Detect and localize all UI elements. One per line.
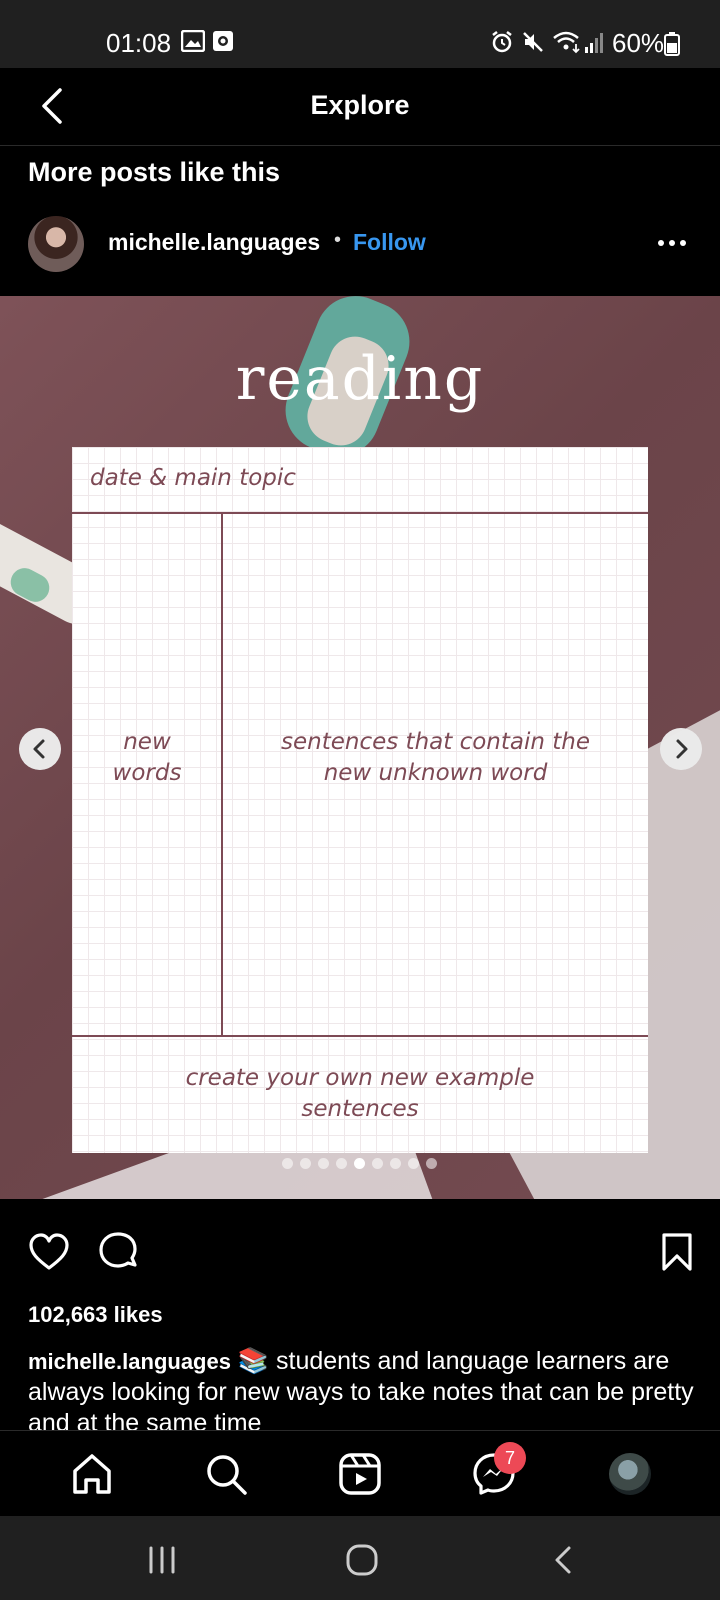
- carousel-dot: [390, 1158, 401, 1169]
- like-heart-icon[interactable]: [27, 1230, 71, 1274]
- carousel-dot: [300, 1158, 311, 1169]
- carousel-dot: [408, 1158, 419, 1169]
- comment-icon[interactable]: [97, 1230, 141, 1274]
- bookmark-icon[interactable]: [655, 1230, 699, 1274]
- status-bar: 01:08 60%: [0, 0, 720, 68]
- battery-percent: 60%: [612, 28, 665, 58]
- home-button-icon[interactable]: [342, 1542, 382, 1578]
- post-username[interactable]: michelle.languages: [108, 229, 320, 256]
- likes-count[interactable]: 102,663 likes: [28, 1302, 163, 1328]
- carousel-dot: [354, 1158, 365, 1169]
- carousel-dot: [318, 1158, 329, 1169]
- mute-icon: [523, 32, 543, 52]
- avatar[interactable]: [28, 216, 84, 272]
- carousel-indicator: [282, 1158, 437, 1170]
- gallery-icon: [181, 30, 205, 52]
- template-left-text: new words: [112, 729, 182, 786]
- reels-icon[interactable]: [337, 1451, 383, 1497]
- alarm-icon: [492, 31, 512, 53]
- recent-apps-icon[interactable]: [142, 1542, 182, 1578]
- status-time: 01:08: [106, 28, 172, 58]
- carousel-prev-button[interactable]: [19, 728, 61, 770]
- page-title: Explore: [310, 90, 410, 120]
- messages-badge: 7: [494, 1442, 526, 1474]
- more-options-icon[interactable]: [656, 228, 692, 258]
- image-title: reading: [235, 344, 485, 414]
- system-nav-bar: [0, 1516, 720, 1600]
- profile-avatar[interactable]: [609, 1453, 651, 1495]
- carousel-next-button[interactable]: [660, 728, 702, 770]
- carousel-dot: [282, 1158, 293, 1169]
- top-nav: Explore: [0, 68, 720, 146]
- carousel-dot: [426, 1158, 437, 1169]
- section-title: More posts like this: [28, 157, 281, 187]
- template-footer-text: create your own new example sentences: [185, 1065, 535, 1122]
- template-right-text: sentences that contain the new unknown w…: [281, 729, 590, 786]
- note-template: date & main topic new words sentences th…: [72, 447, 648, 1153]
- home-icon[interactable]: [69, 1451, 115, 1497]
- follow-button[interactable]: Follow: [353, 229, 426, 256]
- template-divider-top: [72, 512, 648, 514]
- wifi-icon: [553, 31, 580, 54]
- separator-dot: •: [334, 229, 342, 251]
- battery-icon: [664, 32, 680, 56]
- bottom-nav: 7: [0, 1430, 720, 1516]
- search-icon[interactable]: [203, 1451, 249, 1497]
- template-header-text: date & main topic: [90, 465, 296, 491]
- signal-icon: [585, 33, 603, 53]
- carousel-dot: [372, 1158, 383, 1169]
- caption-username[interactable]: michelle.languages: [28, 1349, 231, 1374]
- template-divider-bottom: [72, 1035, 648, 1037]
- system-back-icon[interactable]: [544, 1542, 584, 1578]
- carousel-dot: [336, 1158, 347, 1169]
- post-caption[interactable]: michelle.languages 📚 students and langua…: [28, 1346, 698, 1430]
- screen-record-icon: [213, 31, 233, 51]
- post-image[interactable]: reading date & main topic new words sent…: [0, 296, 720, 1199]
